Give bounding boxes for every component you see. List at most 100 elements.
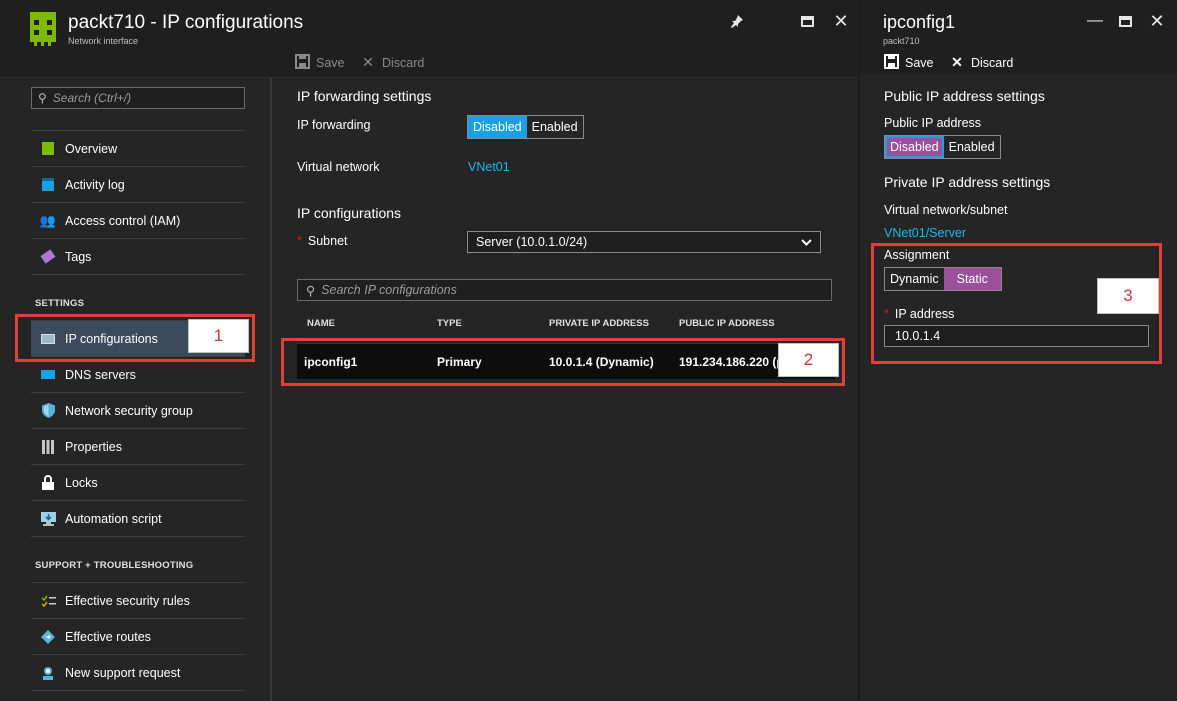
save-button[interactable]: Save [883,54,934,72]
menu-search-placeholder: Search (Ctrl+/) [52,91,132,105]
ip-forwarding-toggle: Disabled Enabled [467,115,584,139]
save-button[interactable]: Save [294,54,345,72]
search-icon: ⚲ [38,91,47,105]
discard-button[interactable]: ✕ Discard [360,54,424,71]
subnet-label-text: Subnet [307,234,348,248]
pin-icon[interactable] [728,12,746,30]
blade-header: ipconfig1 packt710 — ✕ Save ✕ Discard [860,0,1177,74]
discard-label: Discard [971,55,1014,70]
public-ip-label: Public IP address [884,116,982,130]
lock-icon [40,475,56,491]
nav-label: Network security group [65,403,193,418]
ip-forwarding-label: IP forwarding [297,118,371,132]
close-icon[interactable]: ✕ [832,11,850,31]
save-label: Save [905,56,934,70]
ip-config-search-placeholder: Search IP configurations [321,283,457,297]
nav-item-tags[interactable]: Tags [31,239,245,275]
subnet-label: * Subnet [297,234,348,248]
nav-top-list: Overview Activity log 👥 Access control (… [31,130,245,275]
annotation-label-2: 2 [778,343,839,377]
ip-forwarding-disabled-option[interactable]: Disabled [468,116,527,138]
automation-icon [40,511,56,527]
maximize-icon[interactable] [798,12,816,30]
virtual-network-link[interactable]: VNet01 [468,160,510,174]
support-heading: SUPPORT + TROUBLESHOOTING [35,560,194,571]
nav-support-list: Effective security rules Effective route… [31,582,245,691]
blade-title: packt710 - IP configurations [68,12,304,33]
annotation-frame-2 [281,338,845,386]
annotation-label-1: 1 [188,319,249,353]
column-header-private-ip: PRIVATE IP ADDRESS [549,318,649,329]
nav-label: Activity log [65,177,125,192]
nav-label: Access control (IAM) [65,213,181,228]
discard-icon: ✕ [951,54,963,70]
subnet-select[interactable]: Server (10.0.1.0/24) [467,231,821,253]
save-icon [883,54,899,72]
chevron-down-icon [801,235,812,249]
ip-configurations-heading: IP configurations [297,205,402,221]
iam-icon: 👥 [39,212,57,228]
public-ip-toggle: Disabled Enabled [884,135,1001,159]
properties-icon [40,439,56,455]
menu-search-input[interactable]: ⚲ Search (Ctrl+/) [31,87,245,109]
nav-label: New support request [65,665,181,680]
nav-item-automation-script[interactable]: Automation script [31,501,245,537]
nav-divider [270,78,272,701]
discard-icon: ✕ [362,54,374,70]
nav-label: Properties [65,439,122,454]
nav-item-overview[interactable]: Overview [31,131,245,167]
save-label: Save [316,56,345,70]
blade-subtitle: packt710 [883,36,920,46]
private-ip-heading: Private IP address settings [884,174,1051,190]
nav-label: DNS servers [65,367,136,382]
blade-title: ipconfig1 [883,12,956,32]
nav-label: Automation script [65,511,162,526]
vnet-subnet-label: Virtual network/subnet [884,203,1008,217]
public-ip-heading: Public IP address settings [884,88,1045,104]
discard-label: Discard [382,55,425,70]
nav-item-effective-security-rules[interactable]: Effective security rules [31,583,245,619]
minimize-icon[interactable]: — [1086,12,1104,30]
public-ip-disabled-option[interactable]: Disabled [885,136,944,158]
nav-item-effective-routes[interactable]: Effective routes [31,619,245,655]
overview-icon [40,141,56,157]
network-interface-icon [30,12,56,46]
save-icon [294,54,310,72]
tag-icon [40,249,56,265]
discard-button[interactable]: ✕ Discard [949,54,1013,71]
nav-label: Tags [65,249,92,264]
nav-label: Overview [65,141,118,156]
nav-item-locks[interactable]: Locks [31,465,245,501]
shield-icon [40,403,56,419]
search-icon: ⚲ [306,283,316,298]
settings-heading: SETTINGS [35,298,85,309]
activity-log-icon [40,177,56,193]
nav-label: Locks [65,475,98,490]
nav-label: Effective security rules [65,593,190,608]
close-icon[interactable]: ✕ [1148,11,1166,31]
subnet-select-value: Server (10.0.1.0/24) [476,235,588,249]
ip-forwarding-heading: IP forwarding settings [297,88,432,104]
nav-item-new-support-request[interactable]: New support request [31,655,245,691]
blade-subtitle: Network interface [68,36,139,46]
column-header-public-ip: PUBLIC IP ADDRESS [679,318,775,329]
routes-icon [40,629,56,645]
column-header-name: NAME [307,318,335,329]
column-header-type: TYPE [437,318,462,329]
maximize-icon[interactable] [1116,12,1134,30]
vnet-subnet-link[interactable]: VNet01/Server [884,226,966,240]
ip-forwarding-enabled-option[interactable]: Enabled [527,116,583,138]
blade-header: packt710 - IP configurations Network int… [0,0,858,78]
nav-item-access-control[interactable]: 👥 Access control (IAM) [31,203,245,239]
dns-icon [40,367,56,383]
ip-config-search-input[interactable]: ⚲ Search IP configurations [297,279,832,301]
nav-item-network-security-group[interactable]: Network security group [31,393,245,429]
public-ip-enabled-option[interactable]: Enabled [944,136,1000,158]
support-icon [40,665,56,681]
nav-item-dns-servers[interactable]: DNS servers [31,357,245,393]
annotation-label-3: 3 [1097,278,1159,314]
nav-label: Effective routes [65,629,151,644]
nav-item-properties[interactable]: Properties [31,429,245,465]
security-rules-icon [40,593,56,609]
nav-item-activity-log[interactable]: Activity log [31,167,245,203]
